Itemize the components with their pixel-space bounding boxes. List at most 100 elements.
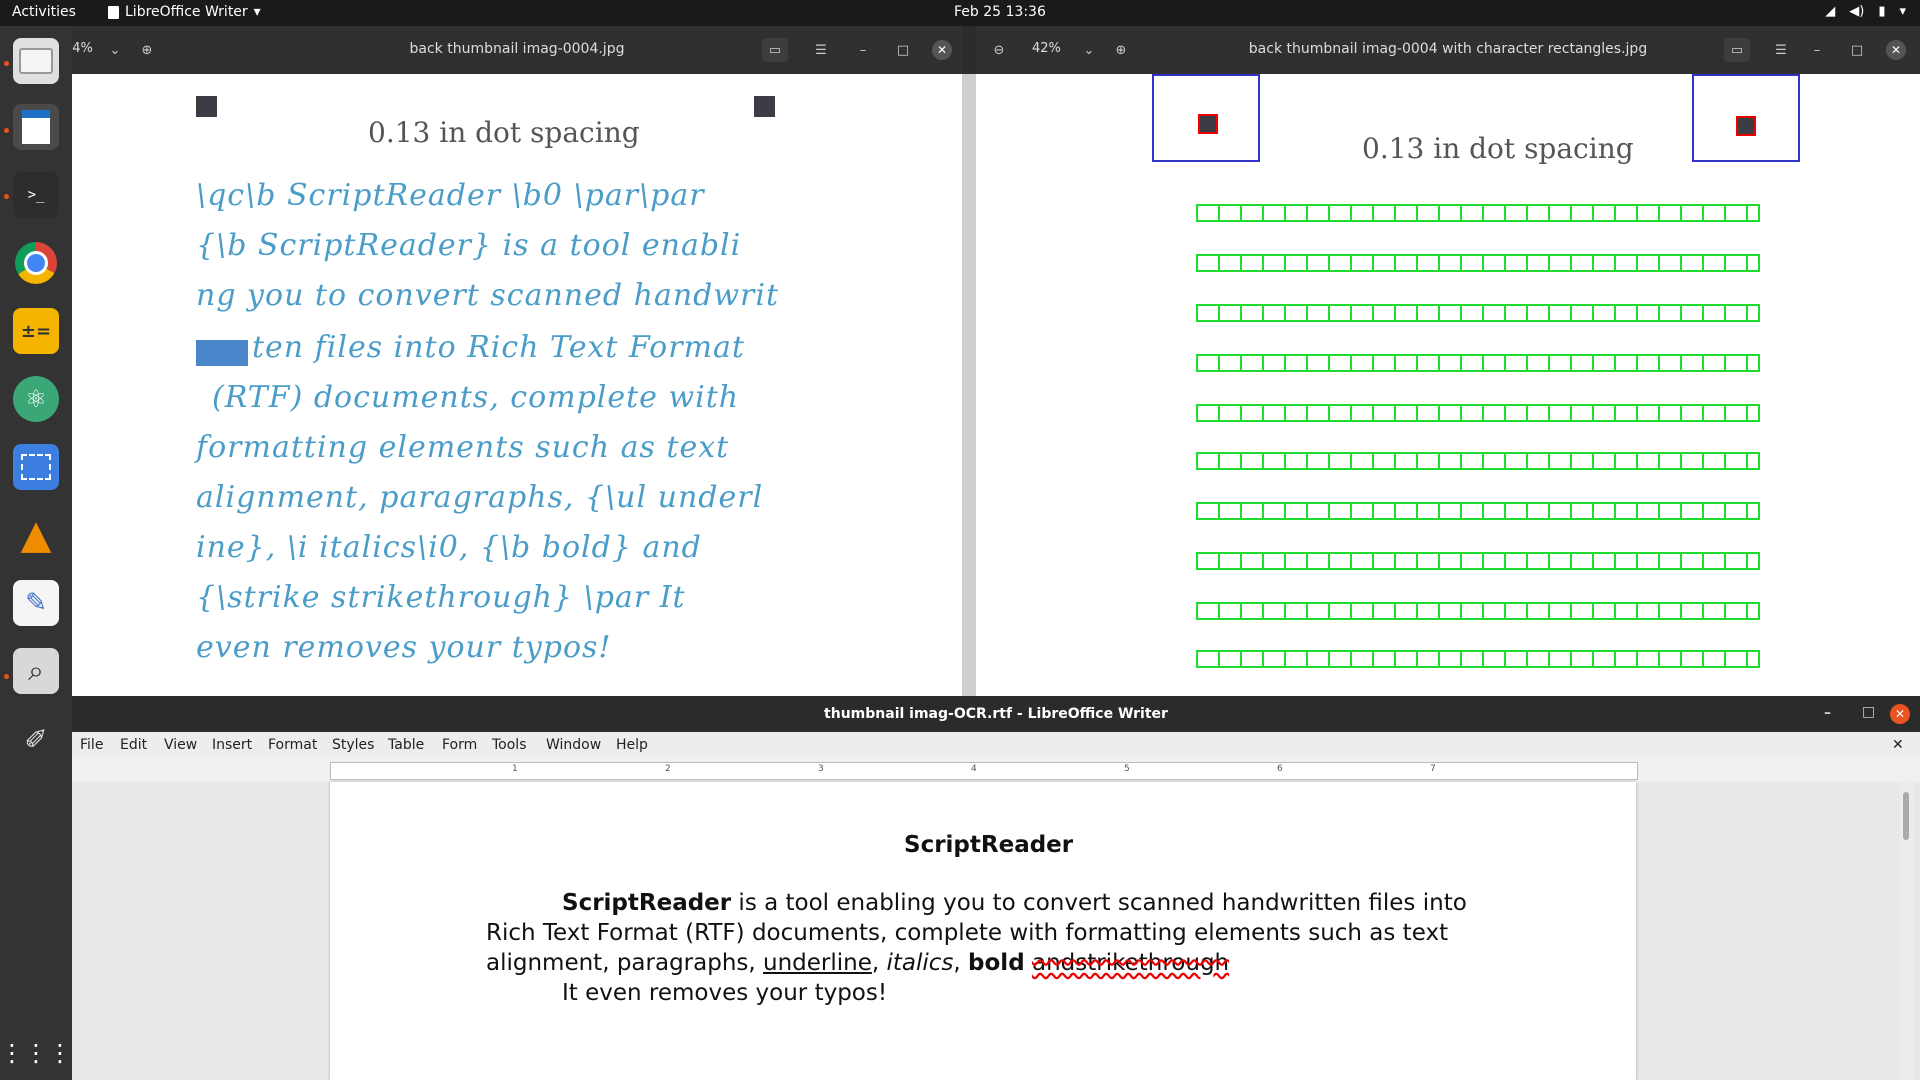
- menu-help[interactable]: Help: [616, 737, 648, 753]
- paragraph-line-1[interactable]: ScriptReader is a tool enabling you to c…: [562, 890, 1467, 916]
- menu-styles[interactable]: Styles: [332, 737, 374, 753]
- dock: >_ ±= ⚛ ▲ ✎ ⌕ ✐ ⋮⋮⋮: [0, 26, 72, 1080]
- character-rect-row: [1196, 204, 1760, 222]
- text-editor-icon[interactable]: ✎: [13, 580, 59, 626]
- document-page[interactable]: ScriptReader ScriptReader is a tool enab…: [330, 782, 1636, 1080]
- image-viewer-left: 44% ⌄ ⊕ back thumbnail imag-0004.jpg ▭ ☰…: [72, 26, 962, 696]
- character-rect-row: [1196, 304, 1760, 322]
- minimize-icon[interactable]: –: [1804, 38, 1830, 62]
- underline-text: underline: [763, 950, 872, 976]
- app-menu-label: LibreOffice Writer: [125, 4, 248, 20]
- viewer-right-canvas: 0.13 in dot spacing: [976, 74, 1920, 696]
- system-tray[interactable]: ◢ ◀) ▮ ▾: [1825, 4, 1906, 19]
- maximize-icon[interactable]: □: [890, 38, 916, 62]
- ink-blot: [196, 340, 248, 366]
- screenshot-icon[interactable]: [13, 444, 59, 490]
- character-rect-row: [1196, 452, 1760, 470]
- ruler-mark: 1: [512, 764, 518, 774]
- character-rect-row: [1196, 650, 1760, 668]
- paragraph-line-2[interactable]: Rich Text Format (RTF) documents, comple…: [486, 920, 1448, 946]
- restore-view-icon[interactable]: ▭: [762, 38, 788, 62]
- menu-edit[interactable]: Edit: [120, 737, 147, 753]
- clock[interactable]: Feb 25 13:36: [954, 4, 1046, 20]
- menu-view[interactable]: View: [164, 737, 197, 753]
- minimize-icon[interactable]: –: [850, 38, 876, 62]
- handwritten-line: ten files into Rich Text Format: [252, 330, 745, 365]
- viewer-left-header: 44% ⌄ ⊕ back thumbnail imag-0004.jpg ▭ ☰…: [72, 26, 962, 74]
- magnifier-icon[interactable]: ⌕: [13, 648, 59, 694]
- close-document-icon[interactable]: ✕: [1892, 737, 1904, 753]
- vertical-scrollbar[interactable]: [1900, 782, 1914, 1080]
- menu-insert[interactable]: Insert: [212, 737, 252, 753]
- maximize-icon[interactable]: □: [1844, 38, 1870, 62]
- running-indicator: [4, 194, 9, 199]
- menu-tools[interactable]: Tools: [492, 737, 527, 753]
- ruler-mark: 7: [1430, 764, 1436, 774]
- paragraph-text: is a tool enabling you to convert scanne…: [731, 890, 1467, 916]
- paragraph-line-4[interactable]: It even removes your typos!: [562, 980, 887, 1006]
- menu-window[interactable]: Window: [546, 737, 601, 753]
- menu-form[interactable]: Form: [442, 737, 477, 753]
- image-viewer-right: ⊖ 42% ⌄ ⊕ back thumbnail imag-0004 with …: [976, 26, 1920, 696]
- ruler-mark: 5: [1124, 764, 1130, 774]
- document-area[interactable]: ScriptReader ScriptReader is a tool enab…: [72, 782, 1920, 1080]
- scrollbar-thumb[interactable]: [1903, 792, 1909, 840]
- chrome-icon[interactable]: [13, 240, 59, 286]
- terminal-icon[interactable]: >_: [13, 172, 59, 218]
- menu-bar: File Edit View Insert Format Styles Tabl…: [72, 732, 1920, 758]
- app-menu[interactable]: LibreOffice Writer ▾: [108, 4, 261, 20]
- character-rect-row: [1196, 552, 1760, 570]
- handwritten-line: even removes your typos!: [196, 630, 612, 665]
- restore-view-icon[interactable]: ▭: [1724, 38, 1750, 62]
- handwritten-line: \qc\b ScriptReader \b0 \par\par: [196, 178, 705, 213]
- handwritten-line: {\strike strikethrough} \par It: [196, 580, 686, 615]
- horizontal-ruler[interactable]: 1 2 3 4 5 6 7: [330, 762, 1638, 780]
- character-rect-row: [1196, 354, 1760, 372]
- atom-icon[interactable]: ⚛: [13, 376, 59, 422]
- character-rect-row: [1196, 254, 1760, 272]
- handwritten-line: (RTF) documents, complete with: [212, 380, 740, 415]
- calculator-icon[interactable]: ±=: [13, 308, 59, 354]
- viewer-left-canvas: 0.13 in dot spacing \qc\b ScriptReader \…: [72, 74, 962, 696]
- handwritten-line: {\b ScriptReader} is a tool enabli: [196, 228, 742, 263]
- minimize-icon[interactable]: –: [1824, 705, 1831, 721]
- close-icon[interactable]: ✕: [1886, 40, 1906, 60]
- maximize-icon[interactable]: □: [1862, 704, 1875, 720]
- paragraph-text: ,: [953, 950, 969, 976]
- handwritten-line: ine}, \i italics\i0, {\b bold} and: [196, 530, 702, 565]
- running-indicator: [4, 61, 9, 66]
- corner-marker: [196, 96, 217, 117]
- viewer-right-header: ⊖ 42% ⌄ ⊕ back thumbnail imag-0004 with …: [976, 26, 1920, 74]
- bold-text: bold: [968, 950, 1025, 976]
- close-icon[interactable]: ✕: [1890, 704, 1910, 724]
- window-divider: [962, 74, 976, 696]
- menu-table[interactable]: Table: [388, 737, 424, 753]
- italic-text: italics: [886, 950, 954, 976]
- vlc-icon[interactable]: ▲: [13, 512, 59, 558]
- sheet-heading: 0.13 in dot spacing: [1362, 132, 1634, 165]
- writer-title: thumbnail imag-OCR.rtf - LibreOffice Wri…: [824, 706, 1168, 722]
- paragraph-line-3[interactable]: alignment, paragraphs, underline, italic…: [486, 950, 1229, 976]
- writer-icon[interactable]: [13, 104, 59, 150]
- sheet-heading: 0.13 in dot spacing: [368, 116, 640, 149]
- handwritten-line: formatting elements such as text: [196, 430, 730, 465]
- menu-file[interactable]: File: [80, 737, 103, 753]
- ruler-mark: 3: [818, 764, 824, 774]
- paragraph-text: ,: [871, 950, 887, 976]
- paragraph-text: [1025, 950, 1032, 976]
- close-icon[interactable]: ✕: [932, 40, 952, 60]
- document-title: ScriptReader: [904, 832, 1074, 858]
- running-indicator: [4, 128, 9, 133]
- menu-format[interactable]: Format: [268, 737, 317, 753]
- marker-detection: [1736, 116, 1756, 136]
- apps-grid-icon[interactable]: ⋮⋮⋮: [0, 1030, 72, 1076]
- wifi-icon: ◢: [1825, 4, 1836, 19]
- gimp-icon[interactable]: ✐: [13, 716, 59, 762]
- files-icon[interactable]: [13, 38, 59, 84]
- ruler-mark: 6: [1277, 764, 1283, 774]
- activities-button[interactable]: Activities: [12, 4, 76, 20]
- handwritten-line: ng you to convert scanned handwrit: [196, 278, 780, 313]
- hamburger-menu-icon[interactable]: ☰: [1768, 38, 1794, 62]
- character-rect-row: [1196, 404, 1760, 422]
- hamburger-menu-icon[interactable]: ☰: [808, 38, 834, 62]
